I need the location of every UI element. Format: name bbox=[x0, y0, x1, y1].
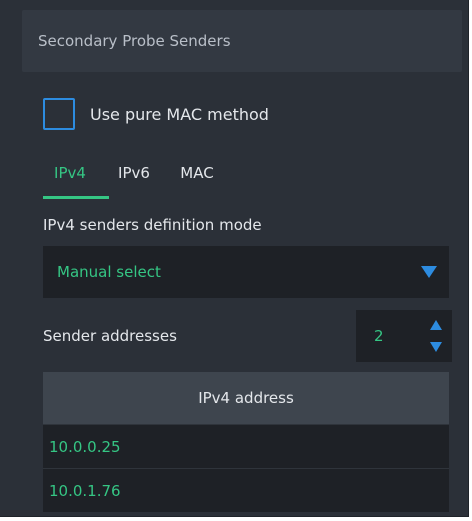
tab-mac[interactable]: MAC bbox=[173, 158, 221, 188]
table-row[interactable]: 10.0.1.76 bbox=[43, 468, 449, 512]
triangle-down-icon[interactable] bbox=[421, 266, 437, 278]
pure-mac-checkbox[interactable] bbox=[43, 98, 75, 130]
secondary-probe-senders-panel: Secondary Probe Senders Use pure MAC met… bbox=[0, 0, 469, 517]
sender-addresses-label: Sender addresses bbox=[43, 327, 177, 345]
panel-title: Secondary Probe Senders bbox=[22, 10, 462, 72]
table-header-ipv4-address: IPv4 address bbox=[43, 372, 449, 424]
tab-ipv4[interactable]: IPv4 bbox=[43, 158, 97, 188]
tab-ipv6[interactable]: IPv6 bbox=[109, 158, 159, 188]
definition-mode-value: Manual select bbox=[57, 263, 161, 281]
pure-mac-option[interactable]: Use pure MAC method bbox=[43, 96, 269, 132]
ipv4-address-table: IPv4 address 10.0.0.25 10.0.1.76 bbox=[43, 372, 449, 512]
triangle-down-icon[interactable] bbox=[430, 342, 442, 352]
active-tab-indicator bbox=[43, 196, 109, 199]
sender-addresses-stepper[interactable]: 2 bbox=[356, 310, 452, 362]
pure-mac-label[interactable]: Use pure MAC method bbox=[90, 105, 269, 124]
sender-addresses-count[interactable]: 2 bbox=[374, 310, 384, 362]
definition-mode-label: IPv4 senders definition mode bbox=[43, 216, 262, 234]
triangle-up-icon[interactable] bbox=[430, 320, 442, 330]
definition-mode-select[interactable]: Manual select bbox=[43, 246, 449, 298]
table-row[interactable]: 10.0.0.25 bbox=[43, 424, 449, 468]
